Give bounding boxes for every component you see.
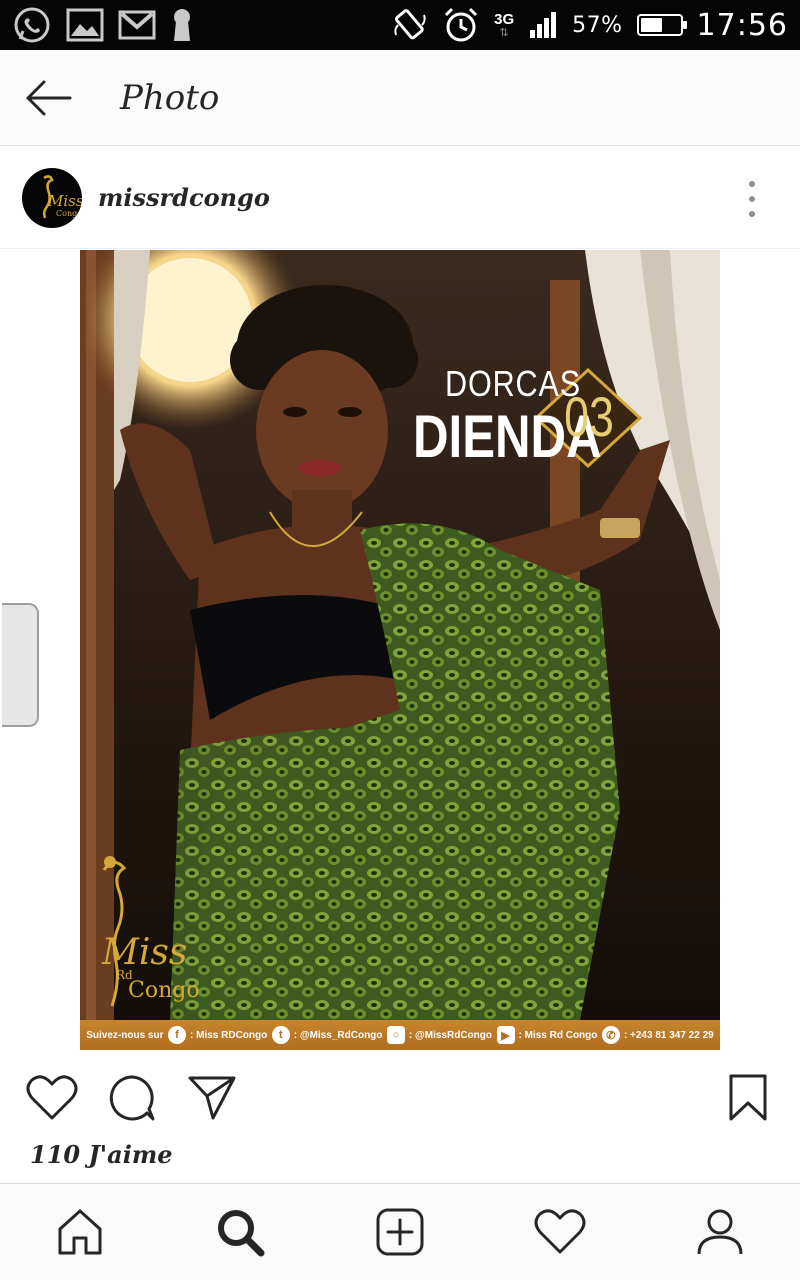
- heart-icon: [534, 1209, 586, 1254]
- gallery-icon: [66, 8, 104, 42]
- clock: 17:56: [696, 7, 788, 43]
- status-system: 3G ⇅ 57% 17:56: [392, 6, 788, 44]
- footer-phone: ✆: +243 81 347 22 29: [601, 1026, 714, 1044]
- rotation-icon: [392, 7, 428, 43]
- contestant-number: 03: [564, 385, 614, 448]
- avatar[interactable]: Miss Congo: [22, 167, 82, 228]
- heart-icon: [26, 1075, 78, 1120]
- logo-congo-text: Congo: [128, 978, 200, 1003]
- bottom-nav: [0, 1183, 800, 1280]
- alarm-icon: [442, 6, 480, 44]
- footer-instagram-text: : @MissRdCongo: [408, 1029, 492, 1041]
- footer-youtube-text: : Miss Rd Congo: [518, 1029, 598, 1041]
- instagram-icon: ○: [386, 1026, 405, 1044]
- bookmark-icon: [729, 1074, 767, 1121]
- battery-icon: [636, 14, 687, 36]
- nav-profile-button[interactable]: [685, 1197, 755, 1267]
- network-type: 3G: [494, 11, 515, 28]
- profile-icon: [697, 1209, 743, 1255]
- gmail-icon: [118, 10, 156, 40]
- footer-phone-text: : +243 81 347 22 29: [623, 1029, 714, 1041]
- comment-icon: [109, 1075, 155, 1121]
- whatsapp-icon: [12, 5, 52, 45]
- miss-rd-congo-logo-icon: Miss Congo: [42, 174, 82, 218]
- like-button[interactable]: [24, 1070, 80, 1126]
- svg-text:Miss: Miss: [47, 192, 82, 210]
- nav-search-button[interactable]: [205, 1197, 275, 1267]
- post-header: Miss Congo missrdcongo: [0, 147, 800, 249]
- likes-count[interactable]: 110 J'aime: [30, 1140, 173, 1169]
- twitter-icon: t: [271, 1026, 290, 1044]
- network-3g-icon: 3G ⇅: [494, 12, 514, 38]
- save-button[interactable]: [720, 1070, 776, 1126]
- search-icon: [218, 1210, 265, 1257]
- send-icon: [188, 1076, 236, 1120]
- page-title: Photo: [120, 77, 220, 118]
- facebook-icon: f: [168, 1026, 187, 1044]
- footer-instagram: ○: @MissRdCongo: [386, 1026, 492, 1044]
- battery-percent: 57%: [572, 12, 623, 38]
- back-button[interactable]: [0, 50, 96, 146]
- more-dot-icon: [749, 196, 755, 202]
- home-icon: [58, 1209, 102, 1255]
- share-button[interactable]: [184, 1070, 240, 1126]
- photo-footer-band: Suivez-nous sur f: Miss RDCongo t: @Miss…: [80, 1020, 720, 1050]
- footer-twitter-text: : @Miss_RdCongo: [293, 1029, 383, 1041]
- follow-label: Suivez-nous sur: [86, 1029, 164, 1041]
- data-arrows-icon: ⇅: [499, 26, 509, 39]
- photo-scene: [80, 250, 720, 1050]
- youtube-icon: ▶: [496, 1026, 515, 1044]
- logo-miss-text: Miss: [102, 932, 188, 973]
- status-bar: 3G ⇅ 57% 17:56: [0, 0, 800, 50]
- add-post-icon: [376, 1208, 424, 1256]
- status-notifications: [12, 5, 194, 45]
- svg-text:Congo: Congo: [56, 209, 82, 218]
- more-dot-icon: [749, 181, 755, 187]
- battery-fill: [640, 18, 663, 32]
- app-bar: Photo: [0, 50, 800, 146]
- whatsapp-icon: ✆: [601, 1026, 620, 1044]
- post-photo[interactable]: DORCAS DIENDA 03 Miss Rd Congo Suivez-no…: [80, 250, 720, 1050]
- keyhole-icon: [170, 7, 194, 43]
- more-options-button[interactable]: [740, 181, 764, 217]
- nav-home-button[interactable]: [45, 1197, 115, 1267]
- more-dot-icon: [749, 211, 755, 217]
- nav-activity-button[interactable]: [525, 1197, 595, 1267]
- comment-button[interactable]: [104, 1070, 160, 1126]
- footer-youtube: ▶: Miss Rd Congo: [496, 1026, 598, 1044]
- footer-facebook-text: : Miss RDCongo: [190, 1029, 268, 1041]
- post-actions: [0, 1052, 800, 1142]
- footer-twitter: t: @Miss_RdCongo: [271, 1026, 383, 1044]
- signal-icon: [528, 10, 558, 40]
- side-panel-handle[interactable]: [2, 603, 39, 727]
- nav-new-post-button[interactable]: [365, 1197, 435, 1267]
- back-arrow-icon: [26, 80, 72, 115]
- post-username[interactable]: missrdcongo: [98, 183, 270, 212]
- footer-facebook: f: Miss RDCongo: [168, 1026, 267, 1044]
